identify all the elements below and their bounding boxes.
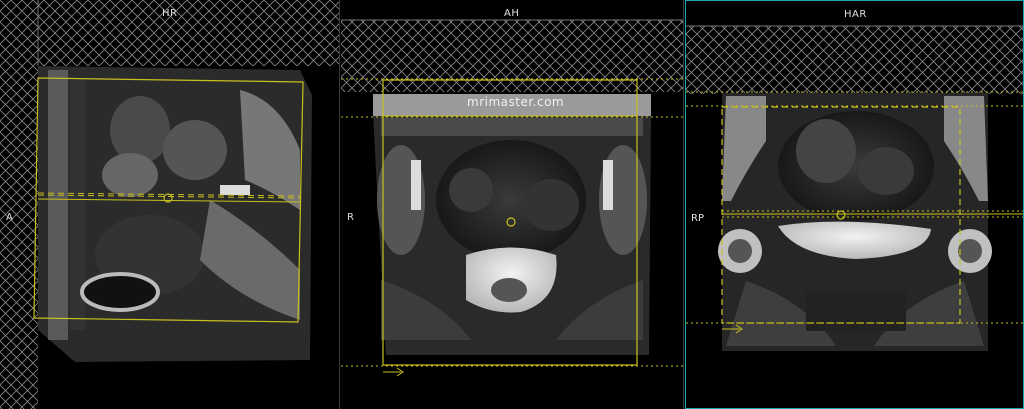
coronal-direction-arrow (722, 324, 743, 334)
coronal-viewport[interactable]: HAR RP (685, 0, 1024, 409)
axial-orientation-side: R (347, 212, 354, 223)
axial-viewport[interactable]: AH R mrimaster.com (341, 0, 684, 409)
coronal-orientation-side: RP (691, 213, 704, 224)
watermark: mrimaster.com (467, 95, 565, 109)
axial-direction-arrow (383, 367, 404, 377)
sagittal-orientation-top: HR (162, 8, 178, 19)
coronal-orientation-top: HAR (844, 9, 867, 20)
axial-orientation-top: AH (504, 8, 520, 19)
coronal-crosshair-marker (836, 210, 846, 220)
sagittal-viewport[interactable]: HR A (0, 0, 340, 409)
sagittal-planning-overlay[interactable] (0, 0, 340, 409)
sagittal-orientation-side: A (6, 212, 13, 223)
axial-crosshair-marker (506, 217, 516, 227)
coronal-planning-overlay[interactable] (686, 1, 1023, 408)
axial-planning-overlay[interactable] (341, 0, 684, 409)
